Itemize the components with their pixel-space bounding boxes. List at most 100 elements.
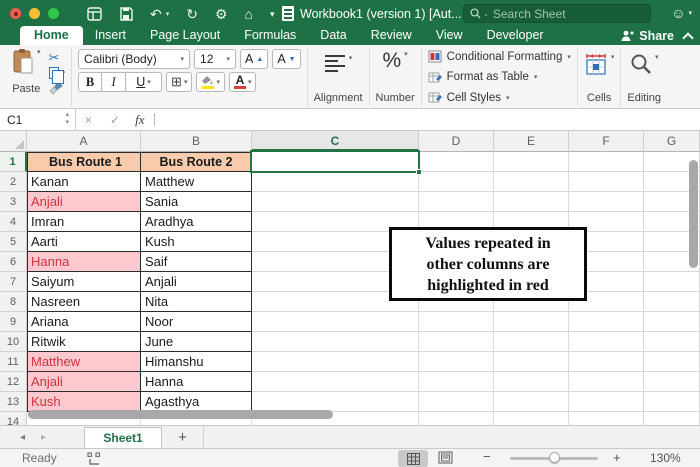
save-icon[interactable] [119, 6, 133, 21]
cell-C13[interactable] [252, 392, 419, 412]
cell-E13[interactable] [494, 392, 569, 412]
fill-color-button[interactable]: ▾ [196, 72, 225, 92]
cell-E14[interactable] [494, 412, 569, 425]
settings-gear-icon[interactable]: ⚙ [215, 7, 228, 21]
cell-D14[interactable] [419, 412, 494, 425]
cell-F13[interactable] [569, 392, 644, 412]
cell-A11[interactable]: Matthew [27, 352, 141, 372]
font-color-button[interactable]: A ▾ [228, 72, 257, 92]
number-format-button[interactable]: % ▾ [382, 50, 407, 72]
cell-B6[interactable]: Saif [141, 252, 252, 272]
cell-A2[interactable]: Kanan [27, 172, 141, 192]
cell-C12[interactable] [252, 372, 419, 392]
tab-formulas[interactable]: Formulas [232, 26, 308, 45]
tab-developer[interactable]: Developer [475, 26, 556, 45]
cell-B4[interactable]: Aradhya [141, 212, 252, 232]
cell-E10[interactable] [494, 332, 569, 352]
cell-A6[interactable]: Hanna [27, 252, 141, 272]
cell-A12[interactable]: Anjali [27, 372, 141, 392]
annotation-text-box[interactable]: Values repeated in other columns are hig… [389, 227, 587, 301]
next-sheet-arrow[interactable]: ▸ [33, 432, 54, 443]
enter-button[interactable]: ✓ [101, 113, 129, 127]
column-header-C[interactable]: C [252, 131, 419, 152]
zoom-window-button[interactable] [48, 8, 59, 19]
cell-E12[interactable] [494, 372, 569, 392]
tab-home[interactable]: Home [20, 26, 83, 45]
borders-button[interactable]: ⊞ ▾ [166, 72, 193, 92]
undo-icon[interactable]: ↶ [150, 7, 162, 21]
tab-review[interactable]: Review [359, 26, 424, 45]
tab-page-layout[interactable]: Page Layout [138, 26, 232, 45]
zoom-out-button[interactable]: − [483, 449, 491, 464]
cell-F3[interactable] [569, 192, 644, 212]
cell-D2[interactable] [419, 172, 494, 192]
cell-A13[interactable]: Kush [27, 392, 141, 412]
cell-F10[interactable] [569, 332, 644, 352]
column-header-G[interactable]: G [644, 131, 700, 152]
collapse-ribbon-chevron[interactable] [684, 32, 692, 40]
cell-G7[interactable] [644, 272, 700, 292]
cell-D13[interactable] [419, 392, 494, 412]
cell-A5[interactable]: Aarti [27, 232, 141, 252]
cell-G11[interactable] [644, 352, 700, 372]
cell-D11[interactable] [419, 352, 494, 372]
add-sheet-button[interactable]: + [162, 429, 203, 446]
row-header-9[interactable]: 9 [0, 312, 27, 332]
font-name-select[interactable]: Calibri (Body) ▾ [78, 49, 191, 69]
minimize-window-button[interactable] [29, 8, 40, 19]
sheet-tab-sheet1[interactable]: Sheet1 [84, 426, 163, 449]
bold-button[interactable]: B [78, 72, 103, 92]
cell-B12[interactable]: Hanna [141, 372, 252, 392]
cell-G10[interactable] [644, 332, 700, 352]
normal-view-button[interactable] [398, 450, 428, 467]
row-header-11[interactable]: 11 [0, 352, 27, 372]
cell-G13[interactable] [644, 392, 700, 412]
row-header-5[interactable]: 5 [0, 232, 27, 252]
name-box[interactable]: C1 ▴ ▾ [0, 109, 76, 130]
underline-button[interactable]: U ▾ [126, 72, 163, 92]
cell-F12[interactable] [569, 372, 644, 392]
prev-sheet-arrow[interactable]: ◂ [12, 432, 33, 443]
cell-C11[interactable] [252, 352, 419, 372]
format-as-table-button[interactable]: Format as Table ▾ [428, 71, 571, 84]
cell-G14[interactable] [644, 412, 700, 425]
row-header-13[interactable]: 13 [0, 392, 27, 412]
shrink-font-button[interactable]: A ▼ [272, 49, 301, 69]
name-box-stepper[interactable]: ▴ ▾ [65, 111, 69, 127]
cell-B1[interactable]: Bus Route 2 [141, 152, 252, 172]
column-header-D[interactable]: D [419, 131, 494, 152]
column-header-F[interactable]: F [569, 131, 644, 152]
column-header-E[interactable]: E [494, 131, 569, 152]
cell-E3[interactable] [494, 192, 569, 212]
paste-dropdown-caret[interactable]: ▾ [37, 48, 41, 56]
share-button[interactable]: Share [620, 29, 674, 43]
cell-F9[interactable] [569, 312, 644, 332]
cell-C9[interactable] [252, 312, 419, 332]
cell-D1[interactable] [419, 152, 494, 172]
cell-D10[interactable] [419, 332, 494, 352]
cell-G9[interactable] [644, 312, 700, 332]
cell-A9[interactable]: Ariana [27, 312, 141, 332]
cell-B2[interactable]: Matthew [141, 172, 252, 192]
cell-B9[interactable]: Noor [141, 312, 252, 332]
vertical-scrollbar[interactable] [689, 160, 698, 268]
cell-G8[interactable] [644, 292, 700, 312]
cell-B13[interactable]: Agasthya [141, 392, 252, 412]
cancel-button[interactable]: × [76, 113, 101, 127]
cell-E9[interactable] [494, 312, 569, 332]
cell-E11[interactable] [494, 352, 569, 372]
formula-input[interactable] [155, 109, 700, 130]
grow-font-button[interactable]: A ▲ [240, 49, 269, 69]
paste-button[interactable]: ▾ Paste [12, 48, 41, 97]
cell-A10[interactable]: Ritwik [27, 332, 141, 352]
cell-F14[interactable] [569, 412, 644, 425]
horizontal-scrollbar[interactable] [28, 410, 333, 419]
cell-F2[interactable] [569, 172, 644, 192]
cell-A4[interactable]: Imran [27, 212, 141, 232]
home-icon[interactable]: ⌂ [245, 7, 253, 21]
row-header-3[interactable]: 3 [0, 192, 27, 212]
row-header-7[interactable]: 7 [0, 272, 27, 292]
copy-icon[interactable] [48, 66, 64, 84]
row-header-14[interactable]: 14 [0, 412, 27, 425]
cell-E1[interactable] [494, 152, 569, 172]
